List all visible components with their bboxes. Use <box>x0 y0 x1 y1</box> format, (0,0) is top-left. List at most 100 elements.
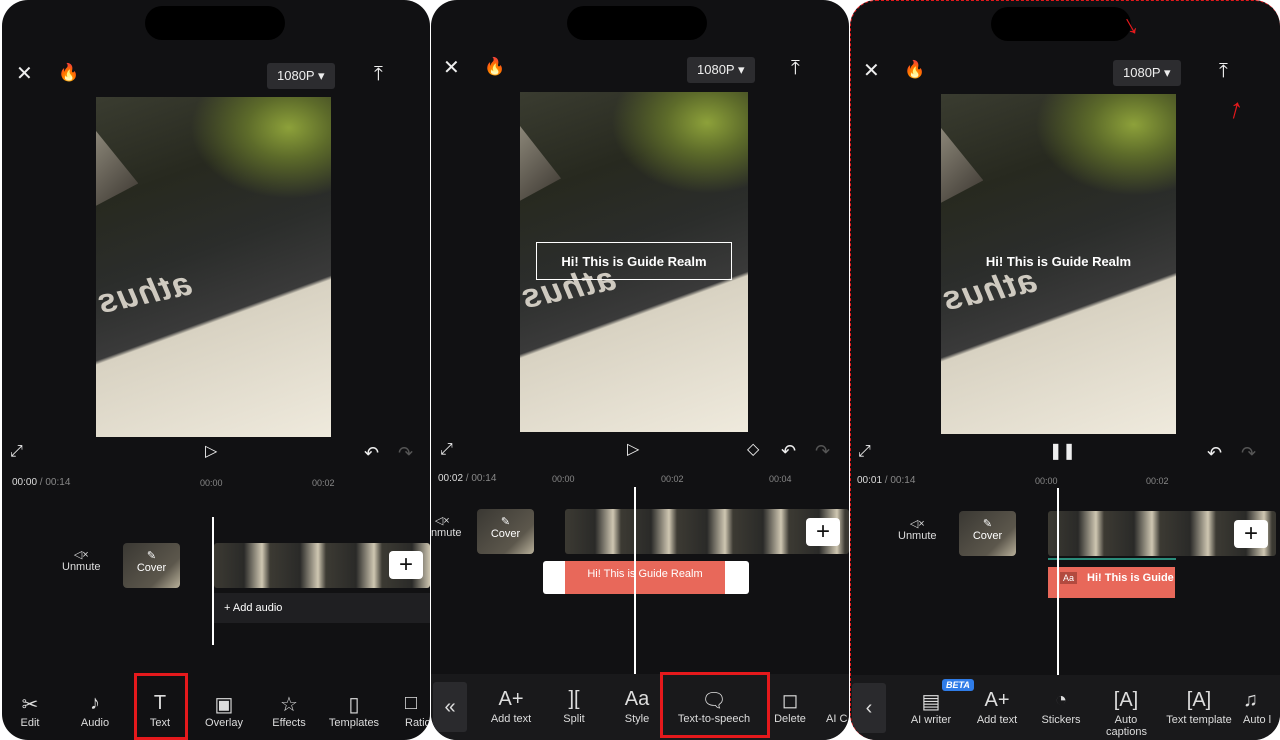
undo-icon[interactable]: ↶ <box>1207 444 1222 462</box>
editor-screen-2: ✕ 🔥 1080P ▾ ⤒ athus Hi! This is Guide Re… <box>431 0 849 740</box>
add-text-icon: A+ <box>498 688 524 710</box>
highlight-box <box>660 672 770 738</box>
close-icon[interactable]: ✕ <box>16 64 33 84</box>
flame-icon[interactable]: 🔥 <box>904 61 925 78</box>
time-readout: 00:00 / 00:14 <box>12 477 71 488</box>
tool-ai-captions[interactable]: AI C <box>816 688 849 725</box>
fullscreen-icon[interactable]: ⤢ <box>10 444 23 460</box>
pause-icon[interactable]: ❚❚ <box>1049 444 1076 460</box>
video-preview[interactable]: athus Hi! This is Guide Realm <box>520 92 748 432</box>
tick-label: 00:00 <box>1035 476 1058 486</box>
text-overlay-box[interactable]: Hi! This is Guide Realm <box>536 242 732 280</box>
text-clip[interactable]: Aa Hi! This is Guide <box>1048 567 1175 598</box>
tick-label: 00:00 <box>552 474 575 484</box>
mute-icon: ◁× <box>434 515 450 527</box>
unmute-button[interactable]: ◁×Unmute <box>898 517 937 542</box>
notch <box>145 6 285 40</box>
cover-button[interactable]: ✎ Cover <box>959 511 1016 556</box>
redo-icon[interactable]: ↷ <box>815 442 830 460</box>
video-preview[interactable]: athus Hi! This is Guide Realm <box>941 94 1176 434</box>
resolution-dropdown[interactable]: 1080P ▾ <box>267 63 335 89</box>
text-template-icon: [A] <box>1186 689 1212 711</box>
resolution-dropdown[interactable]: 1080P ▾ <box>1113 60 1181 86</box>
playhead[interactable] <box>634 487 636 675</box>
tick-label: 00:04 <box>769 474 792 484</box>
export-icon[interactable]: ⤒ <box>374 64 383 84</box>
fullscreen-icon[interactable]: ⤢ <box>858 444 871 460</box>
pencil-icon: ✎ <box>146 550 157 562</box>
add-audio-label: Add audio <box>232 602 283 614</box>
text-clip-selected[interactable]: Hi! This is Guide Realm <box>543 561 749 594</box>
unmute-button[interactable]: ◁×Unmute <box>431 514 462 539</box>
tool-edit[interactable]: ✂ Edit <box>2 692 62 729</box>
add-text-icon: A+ <box>984 689 1010 711</box>
notch <box>567 6 707 40</box>
redo-icon[interactable]: ↷ <box>1241 444 1256 462</box>
lyrics-icon: ♫ <box>1243 689 1258 711</box>
tool-split[interactable]: ][Split <box>542 688 606 725</box>
collapse-button[interactable]: « <box>433 682 467 732</box>
tool-ratio[interactable]: □ Ratio <box>387 692 430 729</box>
highlight-box <box>134 673 188 740</box>
export-icon[interactable]: ⤒ <box>791 58 800 78</box>
resolution-label: 1080P <box>697 62 735 77</box>
keyframe-icon[interactable]: ◇ <box>747 442 759 458</box>
tool-templates[interactable]: ▯ Templates <box>322 692 386 729</box>
back-button[interactable]: ‹ <box>852 683 886 733</box>
tool-add-text[interactable]: A+ Add text <box>965 689 1029 726</box>
playhead[interactable] <box>212 517 214 645</box>
tool-overlay[interactable]: ▣ Overlay <box>192 692 256 729</box>
resolution-label: 1080P <box>277 68 315 83</box>
overlay-text: Hi! This is Guide Realm <box>985 254 1132 269</box>
playhead[interactable] <box>1057 488 1059 676</box>
cover-button[interactable]: ✎ Cover <box>477 509 534 554</box>
add-clip-button[interactable]: + <box>806 518 840 546</box>
tick-label: 00:02 <box>661 474 684 484</box>
tool-text-template[interactable]: [A] Text template <box>1157 689 1241 726</box>
add-clip-button[interactable]: + <box>389 551 423 579</box>
video-preview[interactable]: athus <box>96 97 331 437</box>
ratio-icon: □ <box>405 692 418 714</box>
unmute-button[interactable]: ◁×Unmute <box>62 548 101 573</box>
sticker-icon: ◔ <box>1054 689 1068 711</box>
text-clip-label: Hi! This is Guide Realm <box>565 561 725 594</box>
flame-icon[interactable]: 🔥 <box>484 58 505 75</box>
tool-stickers[interactable]: ◔ Stickers <box>1029 689 1093 726</box>
auto-captions-icon: [A] <box>1113 689 1139 711</box>
redo-icon[interactable]: ↷ <box>398 444 413 462</box>
tool-audio[interactable]: ♪ Audio <box>63 692 127 729</box>
undo-icon[interactable]: ↶ <box>781 442 796 460</box>
speech-icon: Aa <box>1060 572 1078 584</box>
cover-button[interactable]: ✎ Cover <box>123 543 180 588</box>
time-readout: 00:02 / 00:14 <box>438 473 497 484</box>
tool-auto-lyrics[interactable]: ♫ Auto l <box>1241 689 1280 726</box>
resolution-dropdown[interactable]: 1080P ▾ <box>687 57 755 83</box>
mute-icon: ◁× <box>73 549 89 561</box>
tick-label: 00:02 <box>1146 476 1169 486</box>
play-icon[interactable]: ▷ <box>205 444 217 460</box>
tool-effects[interactable]: ☆ Effects <box>257 692 321 729</box>
add-audio-button[interactable]: + Add audio <box>214 593 430 623</box>
close-icon[interactable]: ✕ <box>443 58 460 78</box>
text-clip-label: Hi! This is Guide <box>1087 572 1174 584</box>
play-icon[interactable]: ▷ <box>627 442 639 458</box>
close-icon[interactable]: ✕ <box>863 61 880 81</box>
flame-icon[interactable]: 🔥 <box>58 64 79 81</box>
overlay-icon: ▣ <box>214 694 234 716</box>
cover-label: Cover <box>490 528 521 540</box>
resolution-label: 1080P <box>1123 65 1161 80</box>
mute-icon: ◁× <box>909 518 925 530</box>
undo-icon[interactable]: ↶ <box>364 444 379 462</box>
add-clip-button[interactable]: + <box>1234 520 1268 548</box>
unmute-label: Unmute <box>431 527 462 539</box>
tool-add-text[interactable]: A+ Add text <box>479 688 543 725</box>
music-note-icon: ♪ <box>90 692 100 714</box>
fullscreen-icon[interactable]: ⤢ <box>440 442 453 458</box>
export-icon[interactable]: ⤒ <box>1219 61 1228 81</box>
tool-auto-captions[interactable]: [A] Auto captions <box>1094 689 1158 738</box>
pencil-icon: ✎ <box>982 518 993 530</box>
templates-icon: ▯ <box>348 694 360 716</box>
pencil-icon: ✎ <box>500 516 511 528</box>
tool-ai-writer[interactable]: ▤ AI writer <box>899 689 963 726</box>
red-arrow-icon: ↑ <box>1225 91 1247 126</box>
